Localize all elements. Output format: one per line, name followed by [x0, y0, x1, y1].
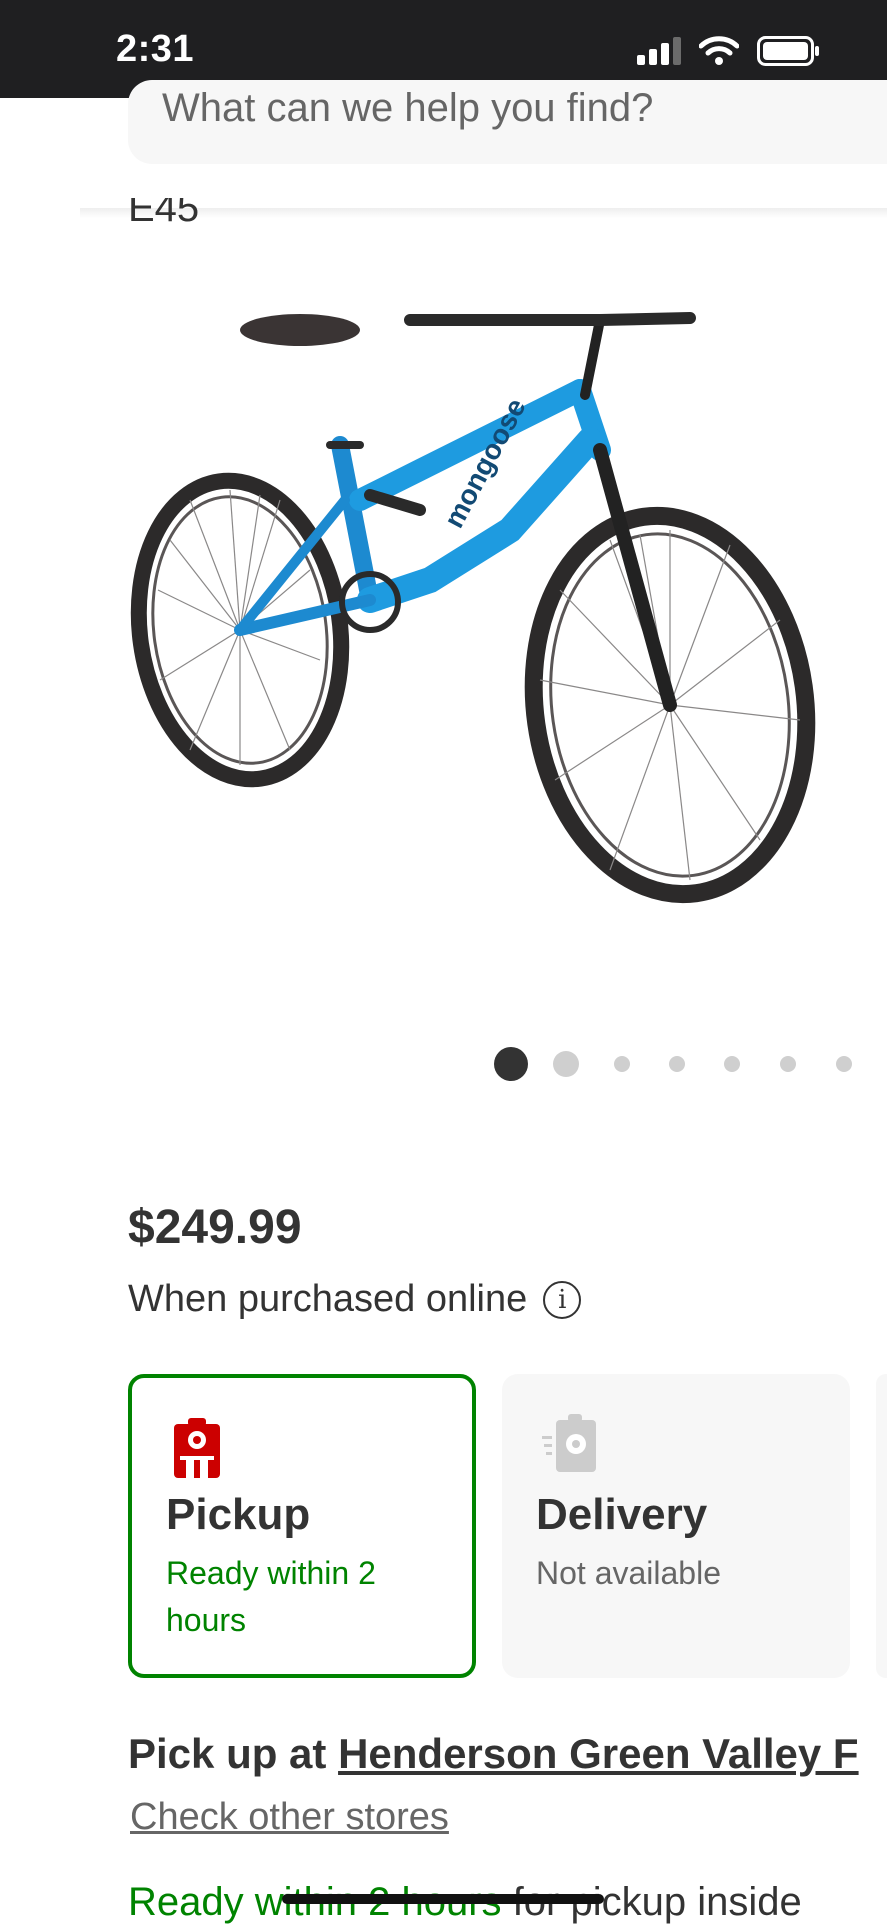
pickup-status: Ready within 2 hours	[166, 1555, 376, 1638]
carousel-dot-1[interactable]	[494, 1047, 528, 1081]
status-time: 2:31	[116, 28, 195, 70]
pickup-store-line: Pick up at Henderson Green Valley F	[128, 1730, 859, 1778]
pickup-title: Pickup	[166, 1490, 311, 1539]
product-price: $249.99	[128, 1201, 302, 1254]
signal-icon	[637, 37, 681, 65]
pickup-store-prefix: Pick up at	[128, 1730, 339, 1777]
price-note: When purchased online i	[128, 1278, 582, 1321]
carousel-dot-2[interactable]	[553, 1051, 579, 1077]
product-image[interactable]: mongoose	[130, 300, 830, 940]
delivery-title: Delivery	[536, 1490, 708, 1539]
wifi-icon	[699, 36, 739, 65]
bike-seat	[240, 314, 360, 346]
carousel-dot-7[interactable]	[836, 1056, 852, 1072]
image-carousel-dots[interactable]	[0, 1046, 887, 1081]
home-indicator[interactable]	[282, 1894, 604, 1904]
carousel-dot-5[interactable]	[724, 1056, 740, 1072]
carousel-dot-6[interactable]	[780, 1056, 796, 1072]
shipping-option-card-partial[interactable]	[876, 1374, 887, 1678]
delivery-option-card[interactable]: Delivery Not available	[502, 1374, 850, 1678]
store-pickup-icon	[174, 1418, 220, 1478]
info-icon[interactable]: i	[543, 1280, 582, 1319]
price-note-text: When purchased online	[128, 1278, 528, 1320]
delivery-bag-icon	[542, 1414, 596, 1472]
store-name-link[interactable]: Henderson Green Valley F	[338, 1730, 859, 1777]
search-placeholder: What can we help you find?	[162, 86, 654, 130]
header-divider	[80, 208, 887, 218]
status-icons	[637, 36, 821, 66]
product-title-fragment: E45	[128, 198, 200, 230]
check-other-stores-link[interactable]: Check other stores	[130, 1796, 449, 1839]
delivery-status: Not available	[536, 1555, 721, 1591]
search-input[interactable]: What can we help you find?	[128, 80, 887, 164]
pickup-option-card[interactable]: Pickup Ready within 2 hours	[128, 1374, 476, 1678]
carousel-dot-4[interactable]	[669, 1056, 685, 1072]
carousel-dot-3[interactable]	[614, 1056, 630, 1072]
battery-icon	[757, 36, 819, 66]
